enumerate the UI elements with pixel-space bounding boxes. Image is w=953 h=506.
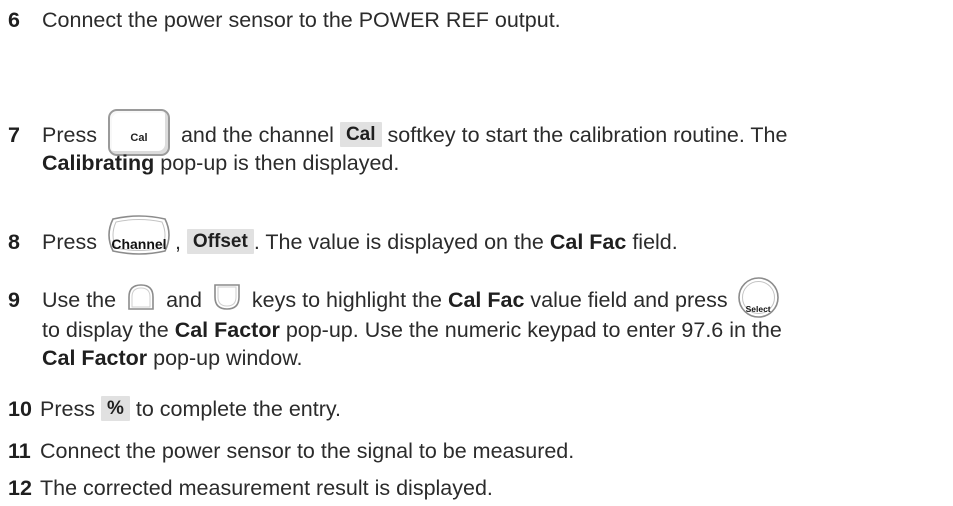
cal-factor-term: Cal Factor: [174, 318, 280, 342]
step-text: Press: [42, 230, 97, 254]
cal-factor-term: Cal Factor: [42, 346, 148, 370]
step-text: to complete the entry.: [135, 397, 341, 421]
step-text: Use the: [42, 288, 117, 312]
step-9-line-3: Cal Factor pop-up window.: [8, 340, 947, 376]
step-text: to display the: [42, 318, 169, 342]
step-7-line-2: Calibrating pop-up is then displayed.: [8, 145, 947, 181]
up-arrow-key-icon: [125, 282, 157, 312]
step-12: 12 The corrected measurement result is di…: [8, 470, 947, 506]
step-text: pop-up. Use the numeric keypad to enter …: [285, 318, 782, 342]
step-number: 8: [8, 230, 20, 254]
step-text: field.: [632, 230, 678, 254]
step-number: 11: [8, 439, 31, 463]
down-arrow-key-icon: [211, 282, 243, 312]
step-text: softkey to start the calibration routine…: [387, 123, 788, 147]
step-text: Press: [40, 397, 95, 421]
step-text: Press: [42, 123, 97, 147]
step-number: 12: [8, 476, 32, 500]
step-10: 10 Press % to complete the entry.: [8, 391, 947, 427]
step-text: keys to highlight the: [251, 288, 442, 312]
step-text: The corrected measurement result is disp…: [40, 476, 493, 500]
step-text: and: [166, 288, 202, 312]
step-text: Connect the power sensor to the POWER RE…: [42, 8, 561, 32]
step-text: value field and press: [530, 288, 728, 312]
calibrating-term: Calibrating: [42, 151, 155, 175]
channel-key-label: Channel: [111, 236, 167, 252]
channel-key-icon: Channel: [105, 215, 173, 255]
percent-softkey: %: [100, 396, 130, 421]
step-11: 11 Connect the power sensor to the signal…: [8, 433, 947, 469]
step-6: 6 Connect the power sensor to the POWER R…: [8, 2, 947, 38]
step-text: ,: [174, 230, 181, 254]
step-text: Connect the power sensor to the signal t…: [40, 439, 575, 463]
offset-softkey: Offset: [186, 229, 254, 254]
step-text: . The value is displayed on the: [253, 230, 544, 254]
step-text: pop-up is then displayed.: [160, 151, 400, 175]
cal-fac-term: Cal Fac: [549, 230, 627, 254]
cal-softkey: Cal: [339, 122, 382, 147]
cal-fac-term: Cal Fac: [447, 288, 525, 312]
step-number: 6: [8, 8, 20, 32]
step-text: pop-up window.: [153, 346, 303, 370]
step-8: 8 Press Channel , Offset. The value is di…: [8, 215, 947, 260]
step-number: 10: [8, 397, 32, 421]
step-text: and the channel: [180, 123, 334, 147]
